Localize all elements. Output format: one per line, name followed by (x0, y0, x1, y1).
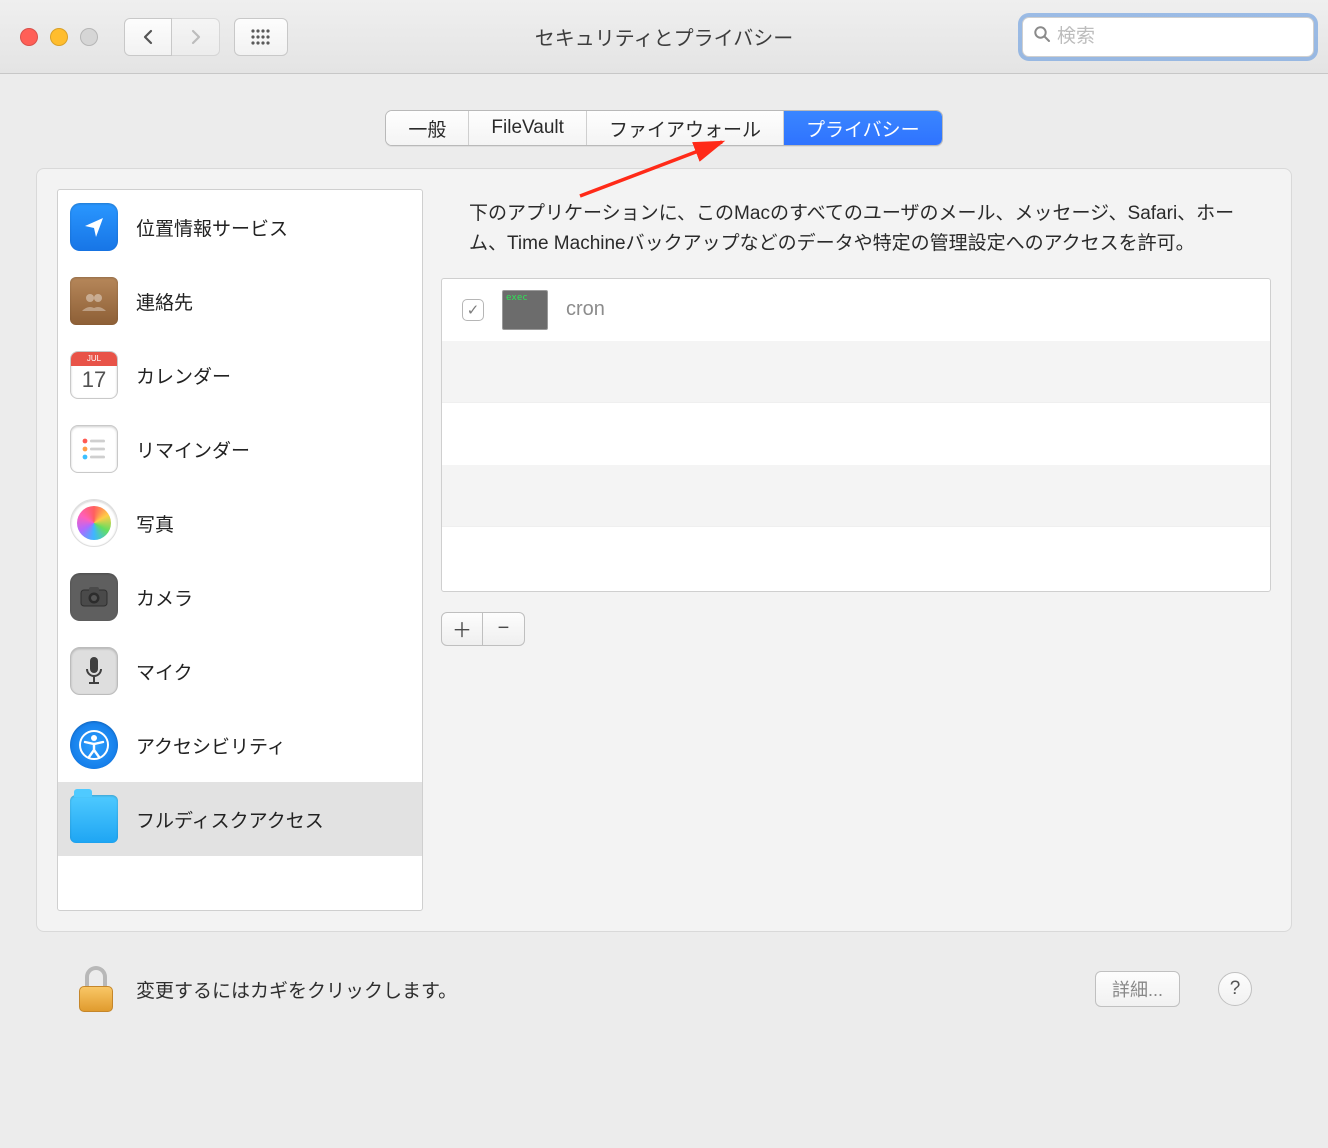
microphone-icon (70, 647, 118, 695)
sidebar-item-label: カメラ (136, 584, 193, 611)
sidebar-item-reminders[interactable]: リマインダー (58, 412, 422, 486)
sidebar-item-label: 連絡先 (136, 288, 193, 315)
app-row-empty (442, 465, 1270, 527)
camera-icon (70, 573, 118, 621)
app-row-empty (442, 341, 1270, 403)
exec-tag: exec (506, 293, 528, 303)
sidebar-item-full-disk-access[interactable]: フルディスクアクセス (58, 782, 422, 856)
tab-filevault[interactable]: FileVault (469, 111, 587, 145)
help-button[interactable]: ? (1218, 972, 1252, 1006)
forward-button[interactable] (172, 18, 220, 56)
search-input[interactable] (1057, 26, 1303, 48)
lock-icon[interactable] (76, 966, 116, 1012)
sidebar-item-label: 位置情報サービス (136, 214, 288, 241)
sidebar-item-contacts[interactable]: 連絡先 (58, 264, 422, 338)
app-list: exec cron (441, 278, 1271, 592)
sidebar-item-label: 写真 (136, 510, 174, 537)
tab-segment: 一般 FileVault ファイアウォール プライバシー (385, 110, 942, 146)
app-row[interactable]: exec cron (442, 279, 1270, 341)
exec-icon: exec (502, 290, 548, 330)
app-row-empty (442, 527, 1270, 589)
detail-pane: 下のアプリケーションに、このMacのすべてのユーザのメール、メッセージ、Safa… (441, 189, 1271, 911)
remove-button[interactable]: − (483, 612, 525, 646)
sidebar-item-photos[interactable]: 写真 (58, 486, 422, 560)
titlebar: セキュリティとプライバシー (0, 0, 1328, 74)
window-controls (20, 28, 98, 46)
sidebar-item-label: カレンダー (136, 362, 231, 389)
minimize-window-button[interactable] (50, 28, 68, 46)
tab-row: 一般 FileVault ファイアウォール プライバシー (36, 110, 1292, 146)
nav-buttons (124, 18, 220, 56)
sidebar-item-location[interactable]: 位置情報サービス (58, 190, 422, 264)
accessibility-icon (70, 721, 118, 769)
calendar-icon: JUL 17 (70, 351, 118, 399)
folder-icon (70, 795, 118, 843)
calendar-day: 17 (82, 367, 106, 393)
sidebar-item-calendar[interactable]: JUL 17 カレンダー (58, 338, 422, 412)
detail-description: 下のアプリケーションに、このMacのすべてのユーザのメール、メッセージ、Safa… (441, 189, 1271, 278)
footer: 変更するにはカギをクリックします。 詳細... ? (36, 932, 1292, 1012)
search-field-wrap[interactable] (1022, 17, 1314, 57)
back-button[interactable] (124, 18, 172, 56)
add-remove-buttons: ＋ − (441, 612, 1271, 646)
app-row-empty (442, 403, 1270, 465)
sidebar-item-label: マイク (136, 658, 193, 685)
sidebar-item-label: リマインダー (136, 436, 250, 463)
photos-icon (70, 499, 118, 547)
app-name: cron (566, 298, 605, 321)
lock-text: 変更するにはカギをクリックします。 (136, 976, 457, 1003)
sidebar-item-accessibility[interactable]: アクセシビリティ (58, 708, 422, 782)
tab-firewall[interactable]: ファイアウォール (587, 111, 784, 145)
show-all-button[interactable] (234, 18, 288, 56)
close-window-button[interactable] (20, 28, 38, 46)
sidebar-item-microphone[interactable]: マイク (58, 634, 422, 708)
tab-general[interactable]: 一般 (386, 111, 469, 145)
sidebar-item-label: アクセシビリティ (136, 732, 286, 759)
reminders-icon (70, 425, 118, 473)
main-content: 一般 FileVault ファイアウォール プライバシー 位置情報サービス 連絡… (0, 74, 1328, 1022)
contacts-icon (70, 277, 118, 325)
add-button[interactable]: ＋ (441, 612, 483, 646)
search-icon (1033, 25, 1051, 48)
calendar-month: JUL (71, 352, 117, 366)
location-icon (70, 203, 118, 251)
sidebar-item-label: フルディスクアクセス (136, 806, 324, 833)
sidebar-item-camera[interactable]: カメラ (58, 560, 422, 634)
privacy-sidebar: 位置情報サービス 連絡先 JUL 17 カレンダー リマインダー (57, 189, 423, 911)
app-checkbox[interactable] (462, 299, 484, 321)
advanced-button[interactable]: 詳細... (1095, 971, 1180, 1007)
tab-privacy[interactable]: プライバシー (784, 111, 942, 145)
zoom-window-button[interactable] (80, 28, 98, 46)
privacy-panel: 位置情報サービス 連絡先 JUL 17 カレンダー リマインダー (36, 168, 1292, 932)
